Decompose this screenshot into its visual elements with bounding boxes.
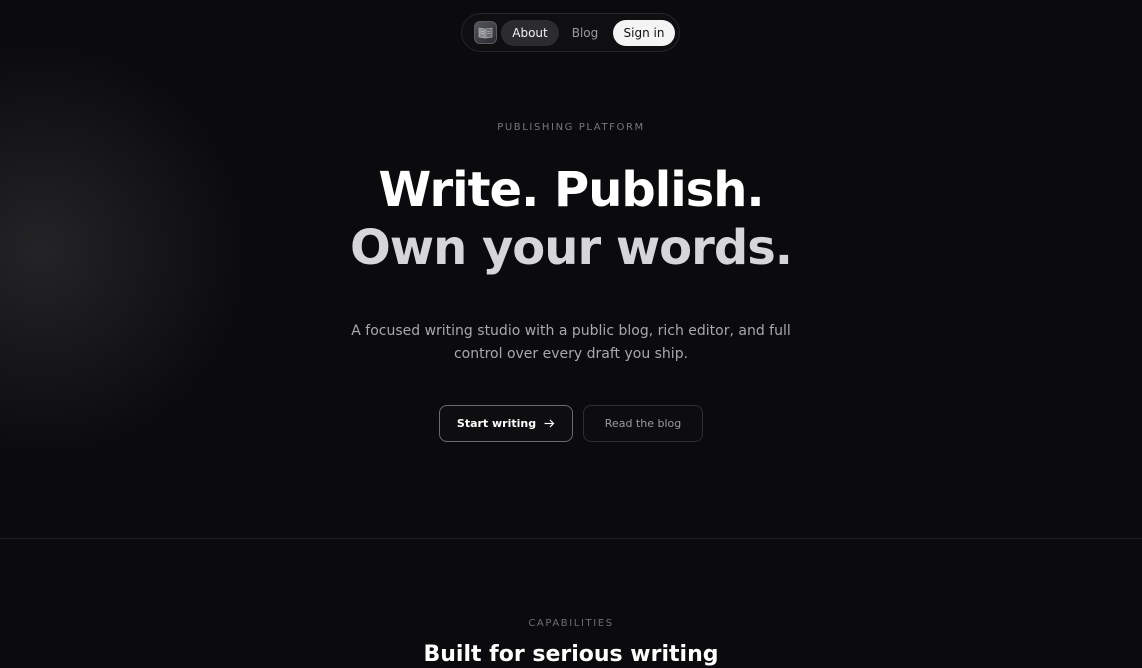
sign-in-button[interactable]: Sign in	[613, 19, 675, 46]
book-icon[interactable]	[474, 21, 497, 44]
nav-blog-link[interactable]: Blog	[559, 20, 611, 46]
read-blog-button[interactable]: Read the blog	[583, 405, 703, 442]
hero-headline-line2: Own your words.	[349, 220, 793, 276]
start-writing-label: Start writing	[456, 417, 537, 430]
top-nav: About Blog Sign in	[461, 13, 680, 52]
hero-headline-line1: Write. Publish.	[378, 162, 764, 218]
capabilities-title: Built for serious writing	[423, 642, 719, 667]
nav-about-link[interactable]: About	[501, 19, 559, 46]
start-writing-button[interactable]: Start writing	[439, 405, 573, 442]
capabilities-eyebrow: CAPABILITIES	[528, 618, 614, 629]
arrow-right-icon	[544, 417, 555, 431]
hero-subtitle: A focused writing studio with a public b…	[351, 323, 791, 362]
hero-eyebrow: PUBLISHING PLATFORM	[497, 122, 645, 133]
landing-page: About Blog Sign in PUBLISHING PLATFORM W…	[0, 0, 1142, 668]
hero-cta-row: Start writing Read the blog	[439, 405, 703, 442]
section-divider	[0, 538, 1142, 539]
